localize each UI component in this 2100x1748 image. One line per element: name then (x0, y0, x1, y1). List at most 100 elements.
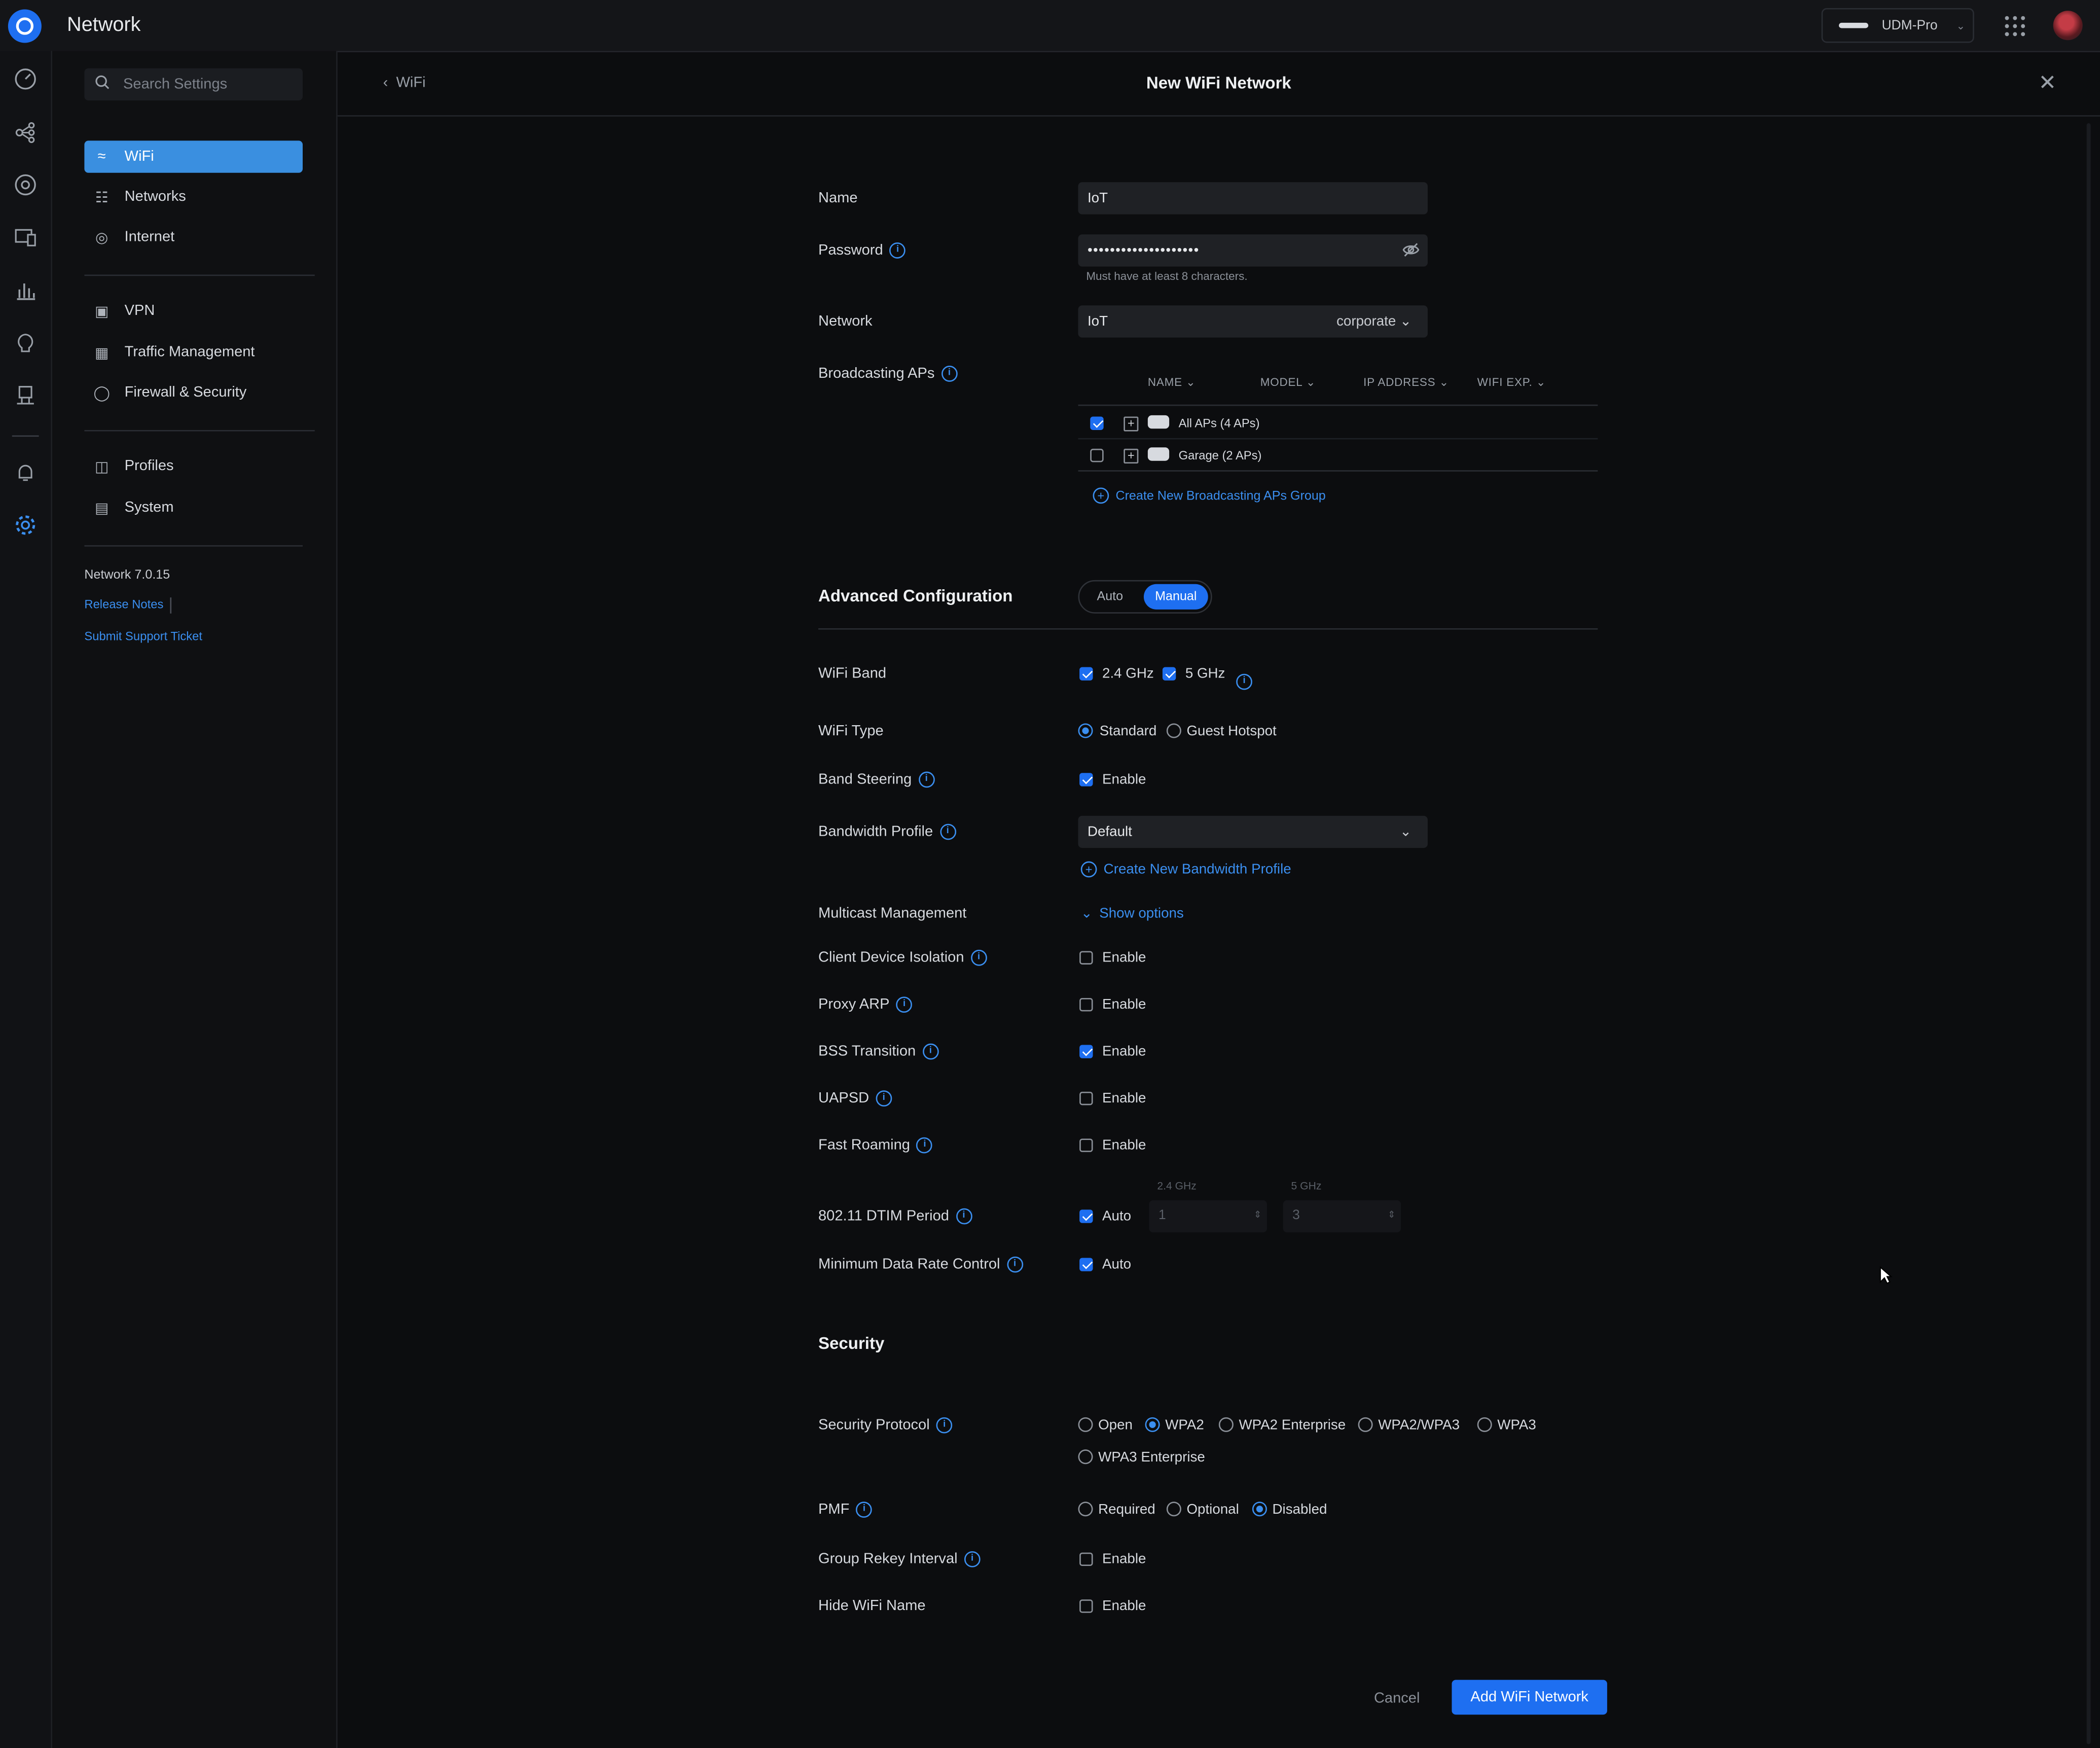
protocol-wpa3-radio[interactable] (1477, 1417, 1492, 1432)
band-24-checkbox[interactable] (1079, 667, 1093, 681)
info-icon[interactable]: i (941, 366, 958, 382)
proxy-arp-label: Proxy ARP i (818, 996, 913, 1013)
sidebar-item-traffic-management[interactable]: ▦ Traffic Management (84, 336, 303, 368)
apps-grid-icon[interactable] (2005, 16, 2025, 37)
info-icon[interactable]: i (939, 824, 956, 840)
add-wifi-network-button[interactable]: Add WiFi Network (1452, 1680, 1607, 1715)
mode-auto[interactable]: Auto (1097, 589, 1123, 604)
statistics-icon[interactable] (12, 278, 39, 305)
client-isolation-checkbox[interactable] (1079, 951, 1093, 965)
search-box[interactable] (84, 68, 303, 101)
device-selector[interactable]: UDM-Pro ⌄ (1821, 8, 1974, 43)
protocol-wpa2-radio[interactable] (1145, 1417, 1160, 1432)
network-select[interactable]: IoT corporate ⌄ (1078, 305, 1428, 338)
protocol-wpa2-wpa3-radio[interactable] (1358, 1417, 1373, 1432)
hide-wifi-name-checkbox[interactable] (1079, 1599, 1093, 1613)
fast-roaming-checkbox[interactable] (1079, 1138, 1093, 1152)
band-steering-checkbox[interactable] (1079, 773, 1093, 787)
expand-icon[interactable]: + (1124, 416, 1139, 432)
pmf-required-radio[interactable] (1078, 1502, 1093, 1517)
info-icon[interactable]: i (964, 1551, 981, 1567)
ubiquiti-logo-icon[interactable] (8, 9, 42, 43)
client-isolation-enable: Enable (1102, 949, 1146, 966)
col-header-name[interactable]: NAME ⌄ (1148, 375, 1196, 390)
pmf-optional-label: Optional (1186, 1502, 1239, 1518)
ap-row-checkbox[interactable] (1090, 448, 1104, 462)
app-root: Network UDM-Pro ⌄ Search Settings ≈ WiFi… (0, 0, 2100, 1748)
proxy-arp-checkbox[interactable] (1079, 997, 1093, 1012)
plus-circle-icon: + (1093, 487, 1109, 504)
col-header-wifi-exp[interactable]: WIFI EXP. ⌄ (1477, 375, 1546, 390)
client-devices-icon[interactable] (12, 225, 39, 252)
info-icon[interactable]: i (970, 949, 987, 966)
sidebar-item-internet[interactable]: ◎ Internet (84, 221, 303, 253)
group-rekey-checkbox[interactable] (1079, 1552, 1093, 1566)
network-label: Network (818, 313, 873, 330)
info-icon[interactable]: i (956, 1208, 972, 1225)
vpn-icon: ▣ (95, 303, 109, 320)
info-icon[interactable]: i (1006, 1256, 1023, 1273)
create-ap-group-link[interactable]: + Create New Broadcasting APs Group (1093, 487, 1326, 504)
pmf-disabled-radio[interactable] (1252, 1502, 1267, 1517)
info-icon[interactable]: i (896, 996, 913, 1013)
topology-icon[interactable] (12, 121, 39, 148)
protocol-open-radio[interactable] (1078, 1417, 1093, 1432)
wifi-type-guest-radio[interactable] (1166, 723, 1181, 738)
avatar[interactable] (2053, 11, 2083, 41)
info-icon[interactable]: i (856, 1502, 873, 1518)
sidebar-item-wifi[interactable]: ≈ WiFi (84, 140, 303, 173)
wifi-type-label: WiFi Type (818, 723, 884, 740)
config-mode-toggle[interactable]: Auto Manual (1078, 580, 1212, 614)
sidebar-item-vpn[interactable]: ▣ VPN (84, 295, 303, 327)
sidebar-item-label: VPN (124, 303, 155, 319)
sidebar-item-system[interactable]: ▤ System (84, 491, 303, 523)
gear-icon[interactable] (12, 513, 39, 540)
bss-transition-label: BSS Transition i (818, 1043, 939, 1060)
name-field[interactable]: IoT (1078, 182, 1428, 215)
release-notes-link[interactable]: Release Notes (84, 597, 163, 611)
devices-icon[interactable] (12, 173, 39, 200)
bss-transition-checkbox[interactable] (1079, 1045, 1093, 1058)
cancel-button[interactable]: Cancel (1358, 1683, 1436, 1715)
expand-icon[interactable]: + (1124, 448, 1139, 463)
info-icon[interactable]: i (889, 242, 906, 259)
sidebar-item-profiles[interactable]: ◫ Profiles (84, 450, 303, 482)
mode-manual[interactable]: Manual (1143, 584, 1208, 610)
dtim-auto-checkbox[interactable] (1079, 1209, 1093, 1223)
info-icon[interactable]: i (918, 771, 935, 788)
system-log-icon[interactable] (12, 383, 39, 410)
pmf-optional-radio[interactable] (1166, 1502, 1181, 1517)
protocol-wpa2-enterprise-radio[interactable] (1218, 1417, 1234, 1432)
info-icon[interactable]: i (876, 1090, 892, 1107)
info-icon[interactable]: i (917, 1137, 933, 1154)
sidebar-item-networks[interactable]: ☷ Networks (84, 181, 303, 213)
scrollbar[interactable] (2086, 123, 2091, 1744)
sidebar-item-firewall-security[interactable]: ◯ Firewall & Security (84, 376, 303, 408)
bandwidth-profile-select[interactable]: Default ⌄ (1078, 815, 1428, 848)
uapsd-checkbox[interactable] (1079, 1091, 1093, 1105)
eye-off-icon[interactable] (1402, 241, 1420, 262)
band-5-checkbox[interactable] (1162, 667, 1176, 681)
col-header-ip[interactable]: IP ADDRESS ⌄ (1363, 375, 1449, 390)
min-rate-auto-checkbox[interactable] (1079, 1258, 1093, 1271)
col-header-model[interactable]: MODEL ⌄ (1260, 375, 1316, 390)
ap-row-checkbox[interactable] (1090, 416, 1104, 430)
dtim-24-stepper[interactable]: 1 ⇕ (1149, 1200, 1267, 1233)
bell-icon[interactable] (12, 461, 39, 488)
insights-icon[interactable] (12, 331, 39, 358)
wifi-type-standard-radio[interactable] (1078, 723, 1093, 738)
info-icon[interactable]: i (922, 1043, 939, 1060)
create-bandwidth-profile-link[interactable]: + Create New Bandwidth Profile (1080, 861, 1291, 878)
info-icon[interactable]: i (936, 1417, 953, 1434)
dashboard-icon[interactable] (12, 67, 39, 94)
support-ticket-link[interactable]: Submit Support Ticket (84, 630, 202, 643)
dtim-5-stepper[interactable]: 3 ⇕ (1283, 1200, 1401, 1233)
close-icon[interactable]: ✕ (2039, 69, 2056, 96)
search-input[interactable] (120, 75, 287, 94)
info-icon[interactable]: i (1236, 666, 1252, 690)
fast-roaming-enable: Enable (1102, 1137, 1146, 1154)
password-field[interactable]: •••••••••••••••••••• (1078, 234, 1428, 267)
section-divider (818, 628, 1598, 630)
protocol-wpa3-enterprise-radio[interactable] (1078, 1449, 1093, 1465)
show-options-link[interactable]: ⌄ Show options (1081, 906, 1184, 922)
